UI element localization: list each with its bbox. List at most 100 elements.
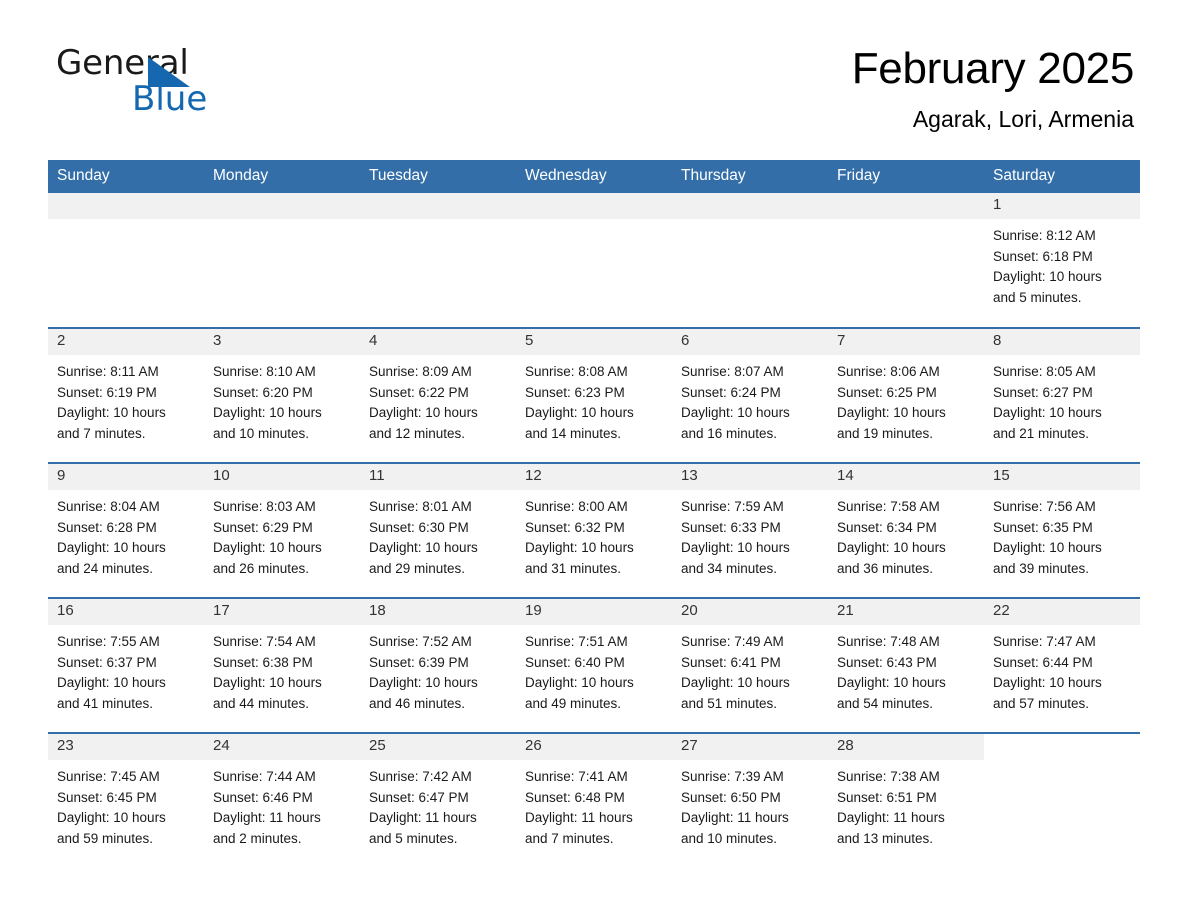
day-number: 21 xyxy=(828,599,984,626)
sunrise-time: Sunrise: 7:39 AM xyxy=(681,769,784,785)
day-number: 4 xyxy=(360,329,516,356)
calendar-day-cell[interactable]: 14 Sunrise: 7:58 AM Sunset: 6:34 PM Dayligh… xyxy=(828,462,984,599)
day-number: 28 xyxy=(828,734,984,761)
calendar-day-cell[interactable]: 2 Sunrise: 8:11 AM Sunset: 6:19 PM Daylight… xyxy=(48,327,204,464)
daylight-duration: Daylight: 10 hours xyxy=(681,540,790,556)
calendar-day-cell[interactable]: 25 Sunrise: 7:42 AM Sunset: 6:47 PM Dayligh… xyxy=(360,732,516,869)
day-details: Sunrise: 7:38 AM Sunset: 6:51 PM Daylight:… xyxy=(828,760,984,849)
calendar-week-row: 2 Sunrise: 8:11 AM Sunset: 6:19 PM Daylight… xyxy=(48,327,1140,464)
day-number: 5 xyxy=(516,329,672,356)
sunrise-time: Sunrise: 7:48 AM xyxy=(837,634,940,650)
calendar-day-cell[interactable]: 28 Sunrise: 7:38 AM Sunset: 6:51 PM Dayligh… xyxy=(828,732,984,869)
sunset-time: Sunset: 6:28 PM xyxy=(57,519,157,535)
daylight-duration: and 44 minutes. xyxy=(213,695,310,711)
daylight-duration: Daylight: 11 hours xyxy=(525,810,633,826)
day-details: Sunrise: 8:00 AM Sunset: 6:32 PM Daylight:… xyxy=(516,490,672,579)
daylight-duration: and 54 minutes. xyxy=(837,695,934,711)
daylight-duration: and 57 minutes. xyxy=(993,695,1090,711)
daylight-duration: Daylight: 10 hours xyxy=(681,405,790,421)
calendar-day-cell-empty xyxy=(516,193,672,329)
sunset-time: Sunset: 6:40 PM xyxy=(525,654,625,670)
day-number: 9 xyxy=(48,464,204,491)
calendar-day-cell[interactable]: 17 Sunrise: 7:54 AM Sunset: 6:38 PM Dayligh… xyxy=(204,597,360,734)
sunrise-time: Sunrise: 8:00 AM xyxy=(525,499,628,515)
daylight-duration: and 5 minutes. xyxy=(993,289,1082,305)
sunset-time: Sunset: 6:25 PM xyxy=(837,384,937,400)
calendar-day-cell[interactable]: 20 Sunrise: 7:49 AM Sunset: 6:41 PM Dayligh… xyxy=(672,597,828,734)
calendar-day-cell[interactable]: 26 Sunrise: 7:41 AM Sunset: 6:48 PM Dayligh… xyxy=(516,732,672,869)
calendar-day-cell[interactable]: 13 Sunrise: 7:59 AM Sunset: 6:33 PM Dayligh… xyxy=(672,462,828,599)
calendar-day-cell[interactable]: 8 Sunrise: 8:05 AM Sunset: 6:27 PM Daylight… xyxy=(984,327,1140,464)
sunrise-time: Sunrise: 7:38 AM xyxy=(837,769,940,785)
sunrise-time: Sunrise: 7:44 AM xyxy=(213,769,316,785)
daylight-duration: and 41 minutes. xyxy=(57,695,154,711)
day-number: 8 xyxy=(984,329,1140,356)
daylight-duration: Daylight: 10 hours xyxy=(369,540,478,556)
day-number xyxy=(516,193,672,220)
weekday-header-thursday: Thursday xyxy=(672,160,828,194)
calendar-day-cell[interactable]: 21 Sunrise: 7:48 AM Sunset: 6:43 PM Dayligh… xyxy=(828,597,984,734)
calendar-day-cell[interactable]: 16 Sunrise: 7:55 AM Sunset: 6:37 PM Dayligh… xyxy=(48,597,204,734)
sunrise-time: Sunrise: 7:42 AM xyxy=(369,769,472,785)
daylight-duration: Daylight: 11 hours xyxy=(681,810,789,826)
calendar-day-cell[interactable]: 3 Sunrise: 8:10 AM Sunset: 6:20 PM Daylight… xyxy=(204,327,360,464)
calendar-day-cell[interactable]: 11 Sunrise: 8:01 AM Sunset: 6:30 PM Dayligh… xyxy=(360,462,516,599)
calendar-day-cell[interactable]: 23 Sunrise: 7:45 AM Sunset: 6:45 PM Dayligh… xyxy=(48,732,204,869)
day-details: Sunrise: 7:48 AM Sunset: 6:43 PM Daylight:… xyxy=(828,625,984,714)
calendar-day-cell[interactable]: 1 Sunrise: 8:12 AM Sunset: 6:18 PM Daylight… xyxy=(984,193,1140,329)
calendar-day-cell[interactable]: 19 Sunrise: 7:51 AM Sunset: 6:40 PM Dayligh… xyxy=(516,597,672,734)
daylight-duration: and 16 minutes. xyxy=(681,425,778,441)
calendar-day-cell-empty xyxy=(204,193,360,329)
daylight-duration: and 36 minutes. xyxy=(837,560,934,576)
sunrise-time: Sunrise: 8:05 AM xyxy=(993,364,1096,380)
calendar-day-cell[interactable]: 6 Sunrise: 8:07 AM Sunset: 6:24 PM Daylight… xyxy=(672,327,828,464)
day-number: 14 xyxy=(828,464,984,491)
calendar-day-cell[interactable]: 10 Sunrise: 8:03 AM Sunset: 6:29 PM Dayligh… xyxy=(204,462,360,599)
logo-text-blue: Blue xyxy=(132,79,208,119)
day-details: Sunrise: 7:41 AM Sunset: 6:48 PM Daylight:… xyxy=(516,760,672,849)
daylight-duration: and 7 minutes. xyxy=(57,425,146,441)
daylight-duration: Daylight: 10 hours xyxy=(525,405,634,421)
daylight-duration: Daylight: 10 hours xyxy=(993,269,1102,285)
calendar-day-cell[interactable]: 4 Sunrise: 8:09 AM Sunset: 6:22 PM Daylight… xyxy=(360,327,516,464)
calendar-day-cell[interactable]: 12 Sunrise: 8:00 AM Sunset: 6:32 PM Dayligh… xyxy=(516,462,672,599)
page-title: February 2025 xyxy=(851,44,1135,93)
daylight-duration: and 21 minutes. xyxy=(993,425,1090,441)
daylight-duration: Daylight: 10 hours xyxy=(369,405,478,421)
sunrise-time: Sunrise: 8:08 AM xyxy=(525,364,628,380)
day-number xyxy=(360,193,516,220)
day-number: 2 xyxy=(48,329,204,356)
calendar-day-cell[interactable]: 24 Sunrise: 7:44 AM Sunset: 6:46 PM Dayligh… xyxy=(204,732,360,869)
daylight-duration: and 7 minutes. xyxy=(525,830,614,846)
daylight-duration: and 51 minutes. xyxy=(681,695,778,711)
calendar-day-cell[interactable]: 27 Sunrise: 7:39 AM Sunset: 6:50 PM Dayligh… xyxy=(672,732,828,869)
sunset-time: Sunset: 6:29 PM xyxy=(213,519,313,535)
daylight-duration: Daylight: 10 hours xyxy=(525,675,634,691)
calendar-day-cell[interactable]: 22 Sunrise: 7:47 AM Sunset: 6:44 PM Dayligh… xyxy=(984,597,1140,734)
daylight-duration: and 10 minutes. xyxy=(681,830,778,846)
day-details: Sunrise: 7:39 AM Sunset: 6:50 PM Daylight:… xyxy=(672,760,828,849)
day-details: Sunrise: 7:59 AM Sunset: 6:33 PM Daylight:… xyxy=(672,490,828,579)
sunset-time: Sunset: 6:27 PM xyxy=(993,384,1093,400)
weekday-header-row: Sunday Monday Tuesday Wednesday Thursday… xyxy=(48,160,1140,194)
calendar-day-cell-empty xyxy=(360,193,516,329)
calendar-day-cell[interactable]: 7 Sunrise: 8:06 AM Sunset: 6:25 PM Daylight… xyxy=(828,327,984,464)
calendar-day-cell[interactable]: 5 Sunrise: 8:08 AM Sunset: 6:23 PM Daylight… xyxy=(516,327,672,464)
calendar-day-cell[interactable]: 15 Sunrise: 7:56 AM Sunset: 6:35 PM Dayligh… xyxy=(984,462,1140,599)
weekday-header-wednesday: Wednesday xyxy=(516,160,672,194)
daylight-duration: Daylight: 10 hours xyxy=(213,675,322,691)
sunrise-time: Sunrise: 8:11 AM xyxy=(57,364,159,380)
sunrise-time: Sunrise: 7:58 AM xyxy=(837,499,940,515)
day-details: Sunrise: 8:12 AM Sunset: 6:18 PM Daylight:… xyxy=(984,219,1140,308)
day-number: 23 xyxy=(48,734,204,761)
generalblue-logo[interactable]: General Blue xyxy=(56,46,216,124)
sunrise-time: Sunrise: 8:09 AM xyxy=(369,364,472,380)
sunrise-time: Sunrise: 7:52 AM xyxy=(369,634,472,650)
daylight-duration: Daylight: 10 hours xyxy=(837,675,946,691)
daylight-duration: Daylight: 10 hours xyxy=(681,675,790,691)
calendar-day-cell[interactable]: 18 Sunrise: 7:52 AM Sunset: 6:39 PM Dayligh… xyxy=(360,597,516,734)
sunrise-time: Sunrise: 7:54 AM xyxy=(213,634,316,650)
calendar-day-cell[interactable]: 9 Sunrise: 8:04 AM Sunset: 6:28 PM Daylight… xyxy=(48,462,204,599)
day-number: 15 xyxy=(984,464,1140,491)
day-number xyxy=(48,193,204,220)
